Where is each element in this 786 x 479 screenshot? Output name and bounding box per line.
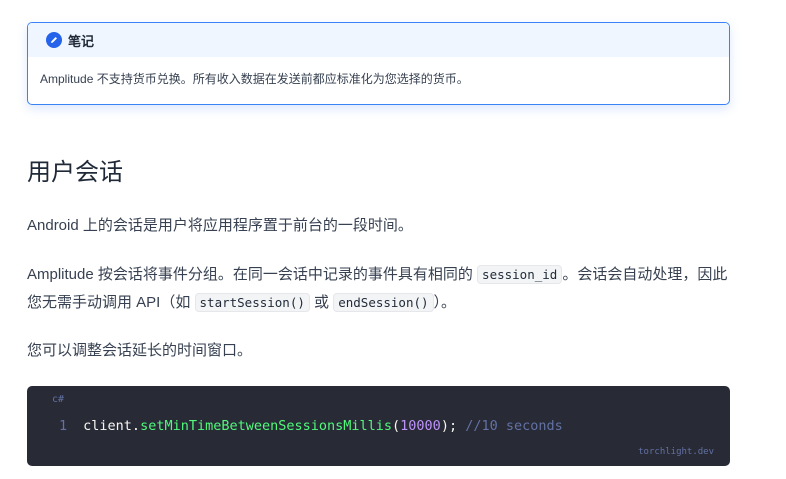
paragraph-text: Amplitude 按会话将事件分组。在同一会话中记录的事件具有相同的	[27, 266, 478, 283]
inline-code-end-session: endSession()	[333, 293, 434, 312]
line-number: 1	[59, 418, 68, 434]
note-body: Amplitude 不支持货币兑换。所有收入数据在发送前都应标准化为您选择的货币…	[40, 72, 469, 86]
note-header: 笔记	[28, 23, 729, 57]
page: 笔记 Amplitude 不支持货币兑换。所有收入数据在发送前都应标准化为您选择…	[0, 0, 786, 479]
code-token-method: setMinTimeBetweenSessionsMillis	[140, 418, 393, 434]
paragraph-text: 或	[309, 294, 334, 311]
code-token-paren-close: );	[440, 418, 458, 434]
paragraph-time-window: 您可以调整会话延长的时间窗口。	[27, 342, 253, 359]
code-block: c# 1 client.setMinTimeBetweenSessionsMill…	[27, 386, 730, 466]
code-token-object: client	[83, 418, 132, 434]
code-token-number: 10000	[400, 418, 441, 434]
code-line: 1 client.setMinTimeBetweenSessionsMillis(…	[59, 418, 563, 434]
code-language-label: c#	[52, 394, 65, 405]
paragraph-session-definition: Android 上的会话是用户将应用程序置于前台的一段时间。	[27, 217, 413, 234]
inline-code-session-id: session_id	[477, 265, 563, 284]
note-title: 笔记	[68, 33, 95, 49]
code-token-dot: .	[131, 418, 141, 434]
paragraph-session-grouping: Amplitude 按会话将事件分组。在同一会话中记录的事件具有相同的 sess…	[27, 261, 732, 317]
inline-code-start-session: startSession()	[194, 293, 310, 312]
code-token-comment: //10 seconds	[465, 418, 563, 434]
note-callout: 笔记 Amplitude 不支持货币兑换。所有收入数据在发送前都应标准化为您选择…	[27, 22, 730, 105]
paragraph-text: ）。	[433, 294, 457, 311]
section-heading: 用户会话	[27, 159, 123, 186]
code-token-paren-open: (	[392, 418, 401, 434]
torchlight-brand-link[interactable]: torchlight.dev	[638, 447, 714, 457]
pencil-icon	[46, 32, 62, 48]
